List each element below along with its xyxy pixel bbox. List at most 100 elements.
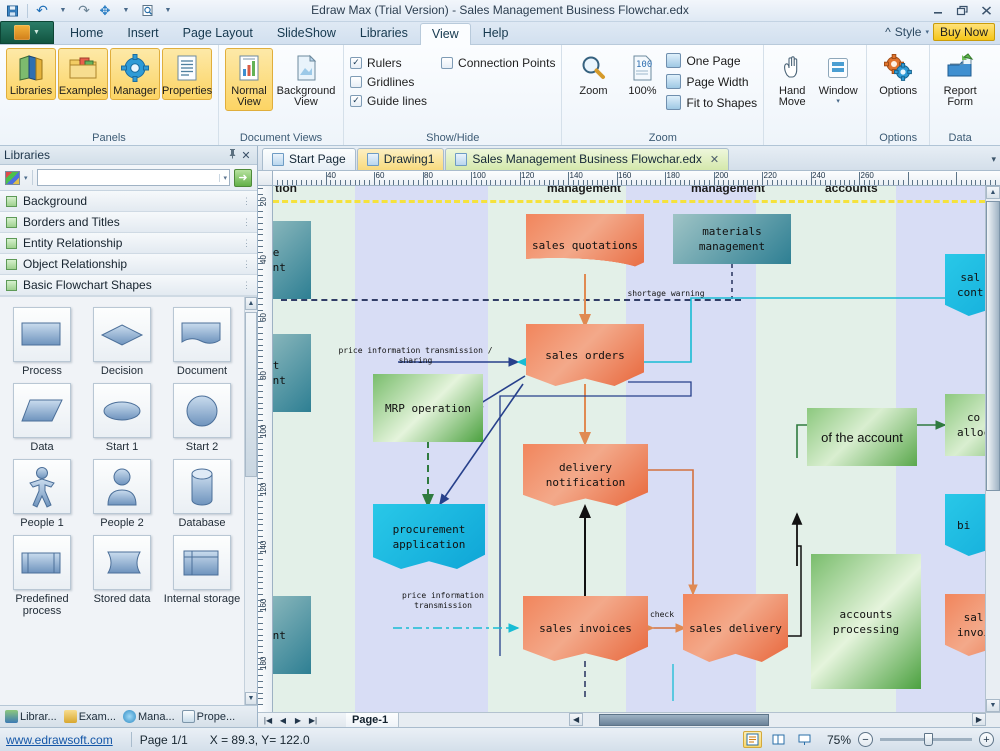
horizontal-scroll-thumb[interactable] (599, 714, 769, 726)
shape-gallery-scrollbar[interactable]: ▲ ▼ (244, 297, 257, 705)
shape-item-data[interactable]: Data (2, 379, 82, 453)
node-sales-invoices[interactable]: sales invoices (523, 596, 648, 661)
node-procurement-application[interactable]: procurement application (373, 504, 485, 569)
gridlines-checkbox[interactable]: Gridlines (350, 72, 427, 91)
palette-icon[interactable] (5, 171, 20, 185)
edrawsoft-link[interactable]: www.edrawsoft.com (6, 733, 123, 747)
drag-handle-icon[interactable]: ⋮ (242, 261, 251, 268)
panel-tab-libraries[interactable]: Librar... (2, 710, 60, 723)
tab-home[interactable]: Home (58, 22, 115, 44)
scroll-down-icon[interactable]: ▼ (986, 699, 1000, 712)
scroll-thumb[interactable] (986, 201, 1000, 491)
guide-lines-checkbox[interactable]: ✓ Guide lines (350, 91, 427, 110)
node-clipped-left-1[interactable]: e ent (273, 221, 311, 299)
library-category-basic-flowchart-shapes[interactable]: Basic Flowchart Shapes ⋮ (0, 275, 257, 296)
close-panel-icon[interactable]: ✕ (239, 149, 253, 162)
shape-item-people-1[interactable]: People 1 (2, 455, 82, 529)
scroll-right-icon[interactable]: ▶ (972, 713, 986, 726)
node-sales-delivery[interactable]: sales delivery (683, 594, 788, 662)
normal-view-button[interactable]: Normal View (225, 48, 273, 111)
scroll-down-icon[interactable]: ▼ (245, 692, 257, 705)
node-clipped-right-bill[interactable]: bi (945, 494, 985, 556)
tab-page-layout[interactable]: Page Layout (171, 22, 265, 44)
node-sales-quotations[interactable]: sales quotations (526, 214, 644, 276)
scroll-thumb[interactable] (245, 312, 257, 477)
node-materials-management[interactable]: materials management (673, 214, 791, 264)
library-category-entity-relationship[interactable]: Entity Relationship ⋮ (0, 233, 257, 254)
canvas-vertical-scrollbar[interactable]: ▲ ▼ (985, 186, 1000, 712)
window-controls[interactable] (928, 2, 996, 18)
fit-to-shapes-button[interactable]: Fit to Shapes (666, 92, 757, 113)
connection-points-checkbox[interactable]: Connection Points (441, 53, 555, 72)
last-page-icon[interactable]: ▶| (306, 714, 320, 727)
presentation-view-icon[interactable] (795, 731, 814, 748)
library-category-object-relationship[interactable]: Object Relationship ⋮ (0, 254, 257, 275)
node-mrp-operation[interactable]: MRP operation (373, 374, 483, 442)
node-clipped-left-3[interactable]: ent (273, 596, 311, 674)
node-clipped-right-sales-invoice[interactable]: sal invoi (945, 594, 985, 656)
node-clipped-right-cost-allocation[interactable]: co alloc (945, 394, 985, 456)
panel-tab-manager[interactable]: Mana... (120, 710, 178, 723)
restore-icon[interactable] (952, 2, 972, 18)
horizontal-scroll-track[interactable]: ◀ ▶ (399, 713, 1000, 727)
doc-tab-start-page[interactable]: Start Page (262, 148, 356, 170)
zoom-out-button[interactable]: − (858, 732, 873, 747)
next-page-icon[interactable]: ▶ (291, 714, 305, 727)
drag-handle-icon[interactable]: ⋮ (242, 219, 251, 226)
node-clipped-left-2[interactable]: t ent (273, 334, 311, 412)
vertical-ruler[interactable]: 20406080100120140160180 (258, 186, 273, 712)
shape-item-internal-storage[interactable]: Internal storage (162, 531, 242, 617)
scroll-left-icon[interactable]: ◀ (569, 713, 583, 726)
doc-tab-drawing1[interactable]: Drawing1 (357, 148, 445, 170)
node-of-the-account[interactable]: of the account (807, 408, 917, 466)
tab-libraries[interactable]: Libraries (348, 22, 420, 44)
drag-handle-icon[interactable]: ⋮ (242, 198, 251, 205)
node-clipped-right-sales-contract[interactable]: sal cont (945, 254, 985, 316)
shape-item-predefined-process[interactable]: Predefined process (2, 531, 82, 617)
manager-button[interactable]: Manager (110, 48, 160, 100)
tab-view[interactable]: View (420, 23, 471, 45)
palette-caret-icon[interactable]: ▾ (24, 174, 28, 182)
scroll-up-icon[interactable]: ▲ (245, 297, 257, 310)
shape-item-people-2[interactable]: People 2 (82, 455, 162, 529)
background-view-button[interactable]: Background View (275, 48, 337, 111)
drag-handle-icon[interactable]: ⋮ (242, 282, 251, 289)
panel-tab-properties[interactable]: Prope... (179, 710, 239, 723)
scroll-track[interactable] (986, 199, 1000, 699)
buy-now-button[interactable]: Buy Now (933, 23, 995, 41)
rulers-checkbox[interactable]: ✓ Rulers (350, 53, 427, 72)
node-accounts-processing[interactable]: accounts processing (811, 554, 921, 689)
page-width-button[interactable]: Page Width (666, 71, 757, 92)
library-category-borders-and-titles[interactable]: Borders and Titles ⋮ (0, 212, 257, 233)
window-button[interactable]: Window ▾ (816, 48, 860, 108)
style-label[interactable]: Style (895, 25, 922, 39)
zoom-slider-thumb[interactable] (924, 733, 933, 746)
examples-button[interactable]: Examples (58, 48, 108, 100)
library-go-button[interactable]: ➜ (234, 169, 252, 187)
shape-item-start-1[interactable]: Start 1 (82, 379, 162, 453)
zoom-button[interactable]: Zoom (568, 48, 618, 100)
close-icon[interactable] (976, 2, 996, 18)
zoom-in-button[interactable]: + (979, 732, 994, 747)
page-navigation[interactable]: |◀ ◀ ▶ ▶| (258, 713, 346, 727)
properties-button[interactable]: Properties (162, 48, 212, 100)
library-category-background[interactable]: Background ⋮ (0, 191, 257, 212)
drag-handle-icon[interactable]: ⋮ (242, 240, 251, 247)
split-view-icon[interactable] (769, 731, 788, 748)
one-page-button[interactable]: One Page (666, 50, 757, 71)
shape-item-decision[interactable]: Decision (82, 303, 162, 377)
prev-page-icon[interactable]: ◀ (276, 714, 290, 727)
close-tab-icon[interactable]: ✕ (710, 153, 719, 166)
shape-item-database[interactable]: Database (162, 455, 242, 529)
report-form-button[interactable]: Report Form (936, 48, 984, 111)
zoom-slider-track[interactable] (880, 738, 972, 741)
node-delivery-notification[interactable]: delivery notification (523, 444, 648, 506)
node-sales-orders[interactable]: sales orders (526, 324, 644, 386)
horizontal-ruler-strip[interactable]: 406080100120140160180200220240260 (273, 171, 1000, 185)
scroll-track[interactable] (245, 310, 257, 692)
zoom-100-button[interactable]: 100 100% (624, 48, 660, 100)
normal-view-icon[interactable] (743, 731, 762, 748)
tab-help[interactable]: Help (471, 22, 521, 44)
hand-move-button[interactable]: Hand Move (770, 48, 814, 111)
shape-item-process[interactable]: Process (2, 303, 82, 377)
